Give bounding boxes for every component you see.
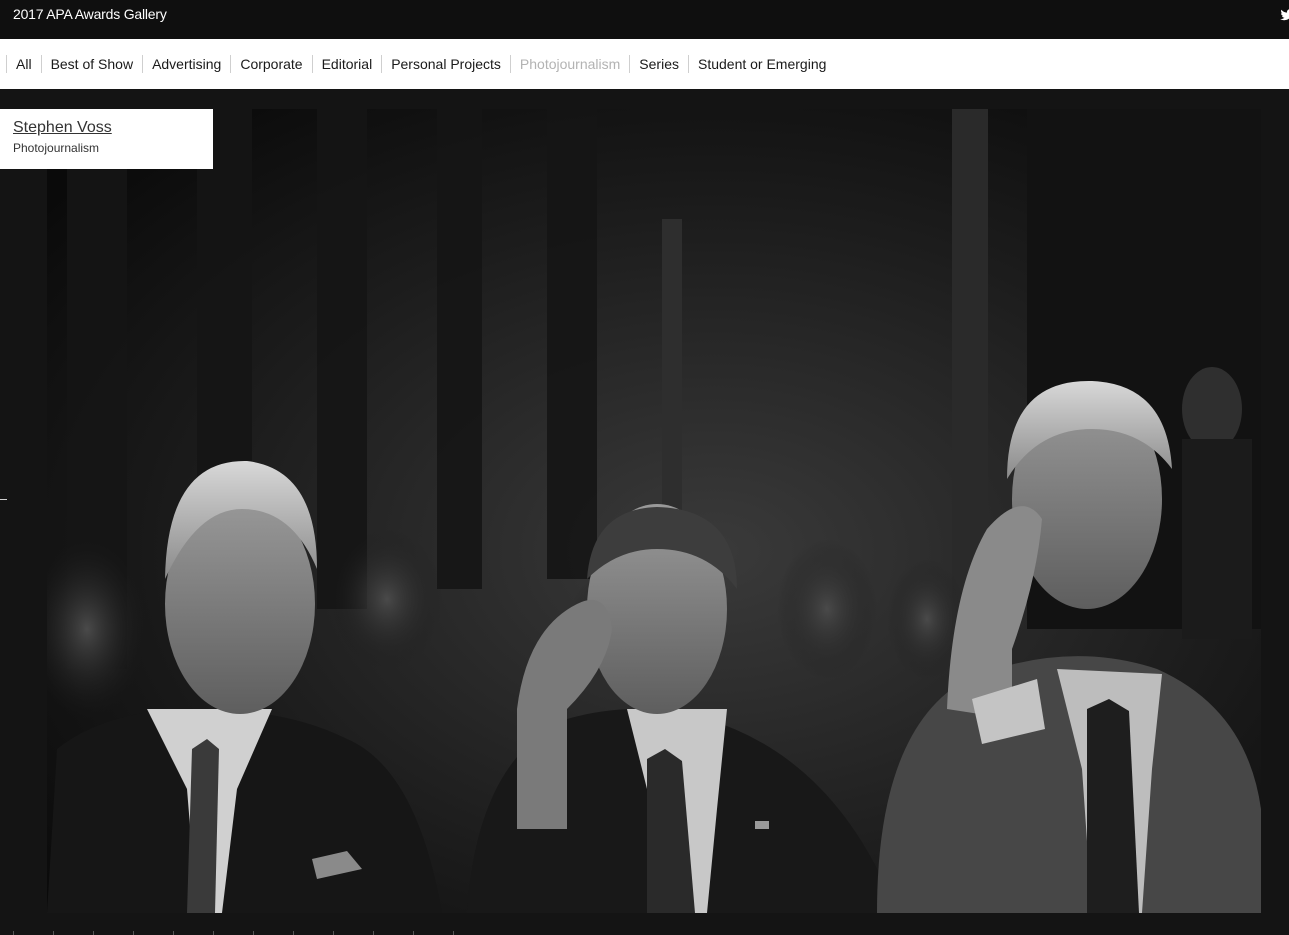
featured-photo[interactable] bbox=[47, 109, 1261, 913]
nav-item-corporate[interactable]: Corporate bbox=[230, 55, 311, 73]
category-nav-list: All Best of Show Advertising Corporate Edito… bbox=[6, 39, 835, 89]
nav-item-student-or-emerging[interactable]: Student or Emerging bbox=[687, 55, 835, 73]
nav-item-series[interactable]: Series bbox=[629, 55, 688, 73]
thumbnail-tick[interactable] bbox=[373, 931, 374, 935]
thumbnail-tick[interactable] bbox=[13, 931, 14, 935]
photo-image bbox=[47, 109, 1261, 913]
thumbnail-tick[interactable] bbox=[293, 931, 294, 935]
twitter-icon[interactable] bbox=[1279, 7, 1289, 23]
nav-item-best-of-show[interactable]: Best of Show bbox=[40, 55, 143, 73]
photo-credit-card: Stephen Voss Photojournalism bbox=[0, 109, 213, 169]
thumbnail-strip[interactable] bbox=[0, 929, 1289, 935]
thumbnail-tick[interactable] bbox=[333, 931, 334, 935]
thumbnail-tick[interactable] bbox=[93, 931, 94, 935]
thumbnail-tick[interactable] bbox=[53, 931, 54, 935]
category-nav: All Best of Show Advertising Corporate Edito… bbox=[0, 39, 1289, 89]
previous-arrow-icon[interactable] bbox=[0, 499, 7, 500]
nav-item-advertising[interactable]: Advertising bbox=[142, 55, 230, 73]
site-title[interactable]: 2017 APA Awards Gallery bbox=[13, 6, 167, 22]
nav-item-all[interactable]: All bbox=[6, 55, 41, 73]
thumbnail-tick[interactable] bbox=[253, 931, 254, 935]
top-bar: 2017 APA Awards Gallery bbox=[0, 0, 1289, 39]
photo-category-label: Photojournalism bbox=[13, 141, 100, 155]
thumbnail-tick[interactable] bbox=[213, 931, 214, 935]
thumbnail-tick[interactable] bbox=[173, 931, 174, 935]
nav-item-editorial[interactable]: Editorial bbox=[311, 55, 382, 73]
thumbnail-tick[interactable] bbox=[133, 931, 134, 935]
thumbnail-tick[interactable] bbox=[453, 931, 454, 935]
photographer-link[interactable]: Stephen Voss bbox=[13, 119, 112, 137]
thumbnail-tick[interactable] bbox=[413, 931, 414, 935]
nav-item-personal-projects[interactable]: Personal Projects bbox=[381, 55, 510, 73]
nav-item-photojournalism[interactable]: Photojournalism bbox=[509, 55, 629, 73]
